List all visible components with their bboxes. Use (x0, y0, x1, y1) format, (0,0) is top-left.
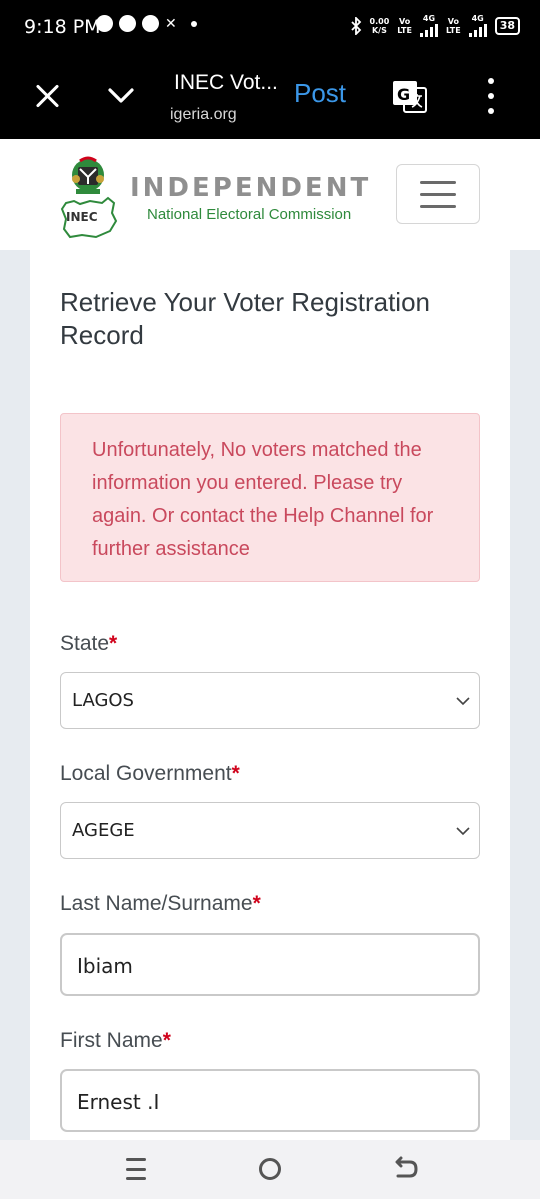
surname-input[interactable]: Ibiam (60, 933, 480, 996)
svg-text:G: G (397, 85, 410, 104)
surname-input-value: Ibiam (77, 954, 133, 978)
chat-notification-icon (96, 15, 113, 32)
status-time: 9:18 PM (24, 16, 101, 38)
more-options-icon[interactable] (480, 78, 502, 114)
first-name-input[interactable]: Ernest .I (60, 1069, 480, 1132)
site-subtitle: National Electoral Commission (147, 206, 352, 223)
browser-toolbar: INEC Vot... igeria.org Post G (0, 54, 540, 139)
tab-url: igeria.org (170, 106, 237, 123)
battery-icon: 38 (494, 16, 520, 35)
notification-icons: ✕ (96, 15, 197, 32)
recents-icon[interactable] (126, 1158, 146, 1180)
page-title: Retrieve Your Voter Registration Record (60, 287, 430, 350)
system-indicators: 0.00 K/S Vo LTE 4G Vo LTE 4G 38 (350, 14, 520, 37)
site-header: INEC INDEPENDENT National Electoral Comm… (0, 139, 540, 250)
surname-label: Last Name/Surname* (60, 892, 261, 915)
home-icon[interactable] (259, 1158, 281, 1180)
state-select[interactable]: LAGOS (60, 672, 480, 729)
translate-icon[interactable]: G (392, 78, 428, 114)
volte-2: Vo LTE (445, 16, 461, 35)
first-name-label: First Name* (60, 1029, 171, 1052)
volte-1: Vo LTE (397, 16, 412, 35)
alert-message: Unfortunately, No voters matched the inf… (92, 439, 434, 560)
required-mark: * (162, 1029, 171, 1052)
more-notifications-icon (190, 20, 197, 27)
state-label: State* (60, 632, 118, 655)
bluetooth-icon (350, 16, 361, 35)
close-icon[interactable] (34, 82, 62, 110)
state-select-value: LAGOS (72, 690, 134, 711)
tab-title: INEC Vot... (174, 71, 278, 94)
required-mark: * (231, 762, 240, 785)
site-title[interactable]: INDEPENDENT (130, 173, 371, 203)
inec-logo-icon[interactable] (56, 151, 120, 241)
first-name-input-value: Ernest .I (77, 1090, 160, 1114)
error-alert: Unfortunately, No voters matched the inf… (60, 413, 480, 582)
post-button[interactable]: Post (294, 78, 346, 109)
back-icon[interactable] (392, 1156, 418, 1182)
lga-select-value: AGEGE (72, 820, 135, 841)
lga-select[interactable]: AGEGE (60, 802, 480, 859)
chevron-down-icon (456, 827, 470, 836)
required-mark: * (252, 892, 261, 915)
hamburger-icon (420, 180, 456, 184)
chevron-down-icon (456, 697, 470, 706)
lga-label: Local Government* (60, 762, 240, 785)
tools-notification-icon: ✕ (165, 15, 177, 31)
menu-toggle-button[interactable] (396, 164, 480, 224)
signal-2-icon: 4G (468, 14, 487, 37)
required-mark: * (109, 632, 118, 655)
cloud-notification-icon (142, 15, 159, 32)
logo-text: INEC (66, 210, 98, 224)
chevron-down-icon[interactable] (108, 82, 134, 108)
system-nav-bar (0, 1140, 540, 1199)
app-notification-icon (119, 15, 136, 32)
signal-1-icon: 4G (419, 14, 438, 37)
network-speed: 0.00 K/S (369, 16, 390, 35)
status-bar: 9:18 PM ✕ 0.00 K/S Vo LTE 4G Vo LTE 4G 3… (0, 0, 540, 54)
